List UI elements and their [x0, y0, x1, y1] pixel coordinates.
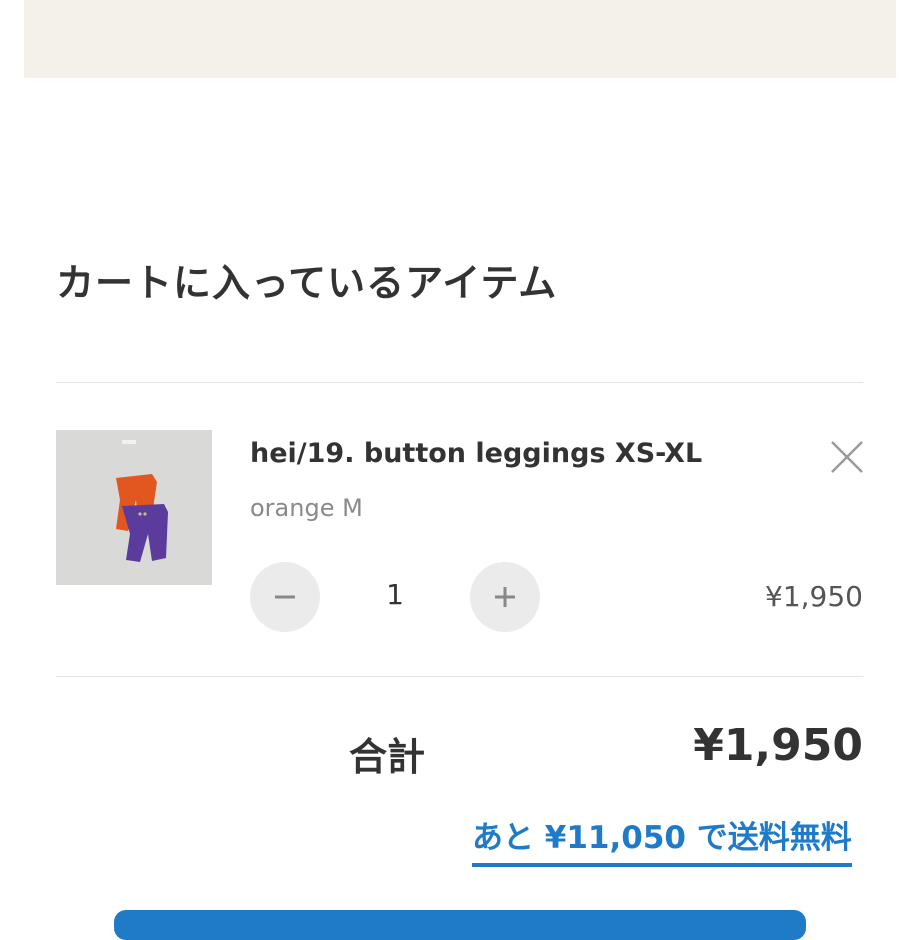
leggings-photo [56, 430, 212, 585]
total-label: 合計 [349, 735, 426, 779]
product-variant: orange M [250, 494, 363, 522]
divider [56, 382, 863, 383]
decrease-quantity-button[interactable] [250, 562, 320, 632]
divider [56, 676, 863, 677]
plus-icon [495, 587, 515, 607]
top-banner [24, 0, 896, 78]
quantity-value: 1 [386, 578, 404, 611]
remove-item-button[interactable] [826, 436, 868, 478]
checkout-button[interactable] [114, 910, 806, 940]
close-icon [831, 441, 863, 473]
total-value: ¥1,950 [693, 720, 863, 771]
increase-quantity-button[interactable] [470, 562, 540, 632]
product-image[interactable] [56, 430, 212, 585]
cart-heading: カートに入っているアイテム [56, 261, 558, 305]
minus-icon [275, 595, 295, 599]
product-name[interactable]: hei/19. button leggings XS-XL [250, 438, 702, 469]
free-shipping-link[interactable]: あと ¥11,050 で送料無料 [472, 812, 852, 867]
line-item-price: ¥1,950 [765, 580, 863, 613]
